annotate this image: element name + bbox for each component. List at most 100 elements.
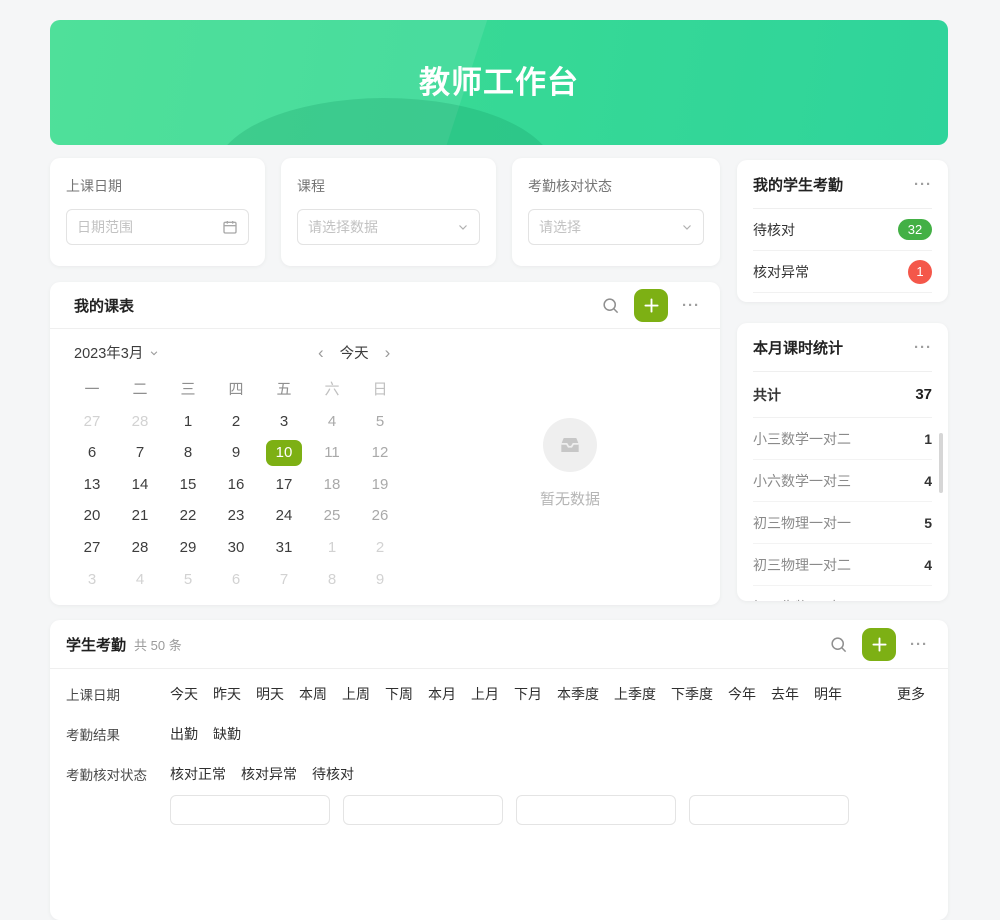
day-number: 2 [218, 409, 254, 435]
add-button[interactable] [862, 628, 896, 661]
filter-option[interactable]: 明年 [814, 684, 842, 704]
calendar-day[interactable]: 15 [164, 469, 212, 501]
day-number: 18 [314, 472, 350, 498]
filter-option[interactable]: 今天 [170, 684, 198, 704]
filter-options: 核对正常核对异常待核对 [170, 764, 354, 784]
calendar-day[interactable]: 6 [212, 564, 260, 596]
calendar-day[interactable]: 3 [68, 564, 116, 596]
calendar-day-selected[interactable]: 10 [260, 437, 308, 469]
calendar-day[interactable]: 28 [116, 406, 164, 438]
count-badge-green: 32 [898, 219, 932, 240]
calendar-day[interactable]: 24 [260, 500, 308, 532]
calendar-day[interactable]: 20 [68, 500, 116, 532]
today-button[interactable]: 今天 [340, 342, 369, 363]
calendar-day[interactable]: 12 [356, 437, 404, 469]
filter-label: 考勤核对状态 [528, 176, 704, 196]
day-number: 29 [170, 535, 206, 561]
input-placeholder: 日期范围 [77, 217, 133, 237]
card-title: 本月课时统计 [753, 337, 843, 358]
calendar-day[interactable]: 25 [308, 500, 356, 532]
add-button[interactable] [634, 289, 668, 322]
calendar-day[interactable]: 30 [212, 532, 260, 564]
calendar-day[interactable]: 21 [116, 500, 164, 532]
date-range-input[interactable]: 日期范围 [66, 209, 249, 245]
filter-options: 出勤缺勤 [170, 724, 241, 744]
calendar-day[interactable]: 14 [116, 469, 164, 501]
calendar-day[interactable]: 9 [212, 437, 260, 469]
calendar-weekday-label: 二 [116, 374, 164, 406]
calendar-day[interactable]: 18 [308, 469, 356, 501]
calendar-day[interactable]: 29 [164, 532, 212, 564]
calendar-day[interactable]: 22 [164, 500, 212, 532]
calendar-day[interactable]: 4 [308, 406, 356, 438]
search-icon[interactable] [829, 635, 848, 654]
filter-option[interactable]: 本季度 [557, 684, 599, 704]
filter-option[interactable]: 上季度 [614, 684, 656, 704]
filter-option[interactable]: 去年 [771, 684, 799, 704]
filter-option[interactable]: 核对异常 [241, 764, 297, 784]
filter-option[interactable]: 下周 [385, 684, 413, 704]
pending-check-row[interactable]: 待核对 32 [753, 209, 932, 251]
calendar-day[interactable]: 1 [164, 406, 212, 438]
calendar-day[interactable]: 27 [68, 406, 116, 438]
filter-option[interactable]: 昨天 [213, 684, 241, 704]
check-status-select[interactable]: 请选择 [528, 209, 704, 245]
filter-option[interactable]: 出勤 [170, 724, 198, 744]
day-number: 6 [218, 567, 254, 593]
filter-option[interactable]: 核对正常 [170, 764, 226, 784]
calendar-day[interactable]: 23 [212, 500, 260, 532]
calendar-day[interactable]: 4 [116, 564, 164, 596]
filter-option[interactable]: 本周 [299, 684, 327, 704]
calendar-day[interactable]: 9 [356, 564, 404, 596]
search-icon[interactable] [601, 296, 620, 315]
calendar-day[interactable]: 7 [260, 564, 308, 596]
filter-option[interactable]: 缺勤 [213, 724, 241, 744]
filter-option[interactable]: 上周 [342, 684, 370, 704]
abnormal-check-row[interactable]: 核对异常 1 [753, 251, 932, 293]
filter-option[interactable]: 明天 [256, 684, 284, 704]
filter-row: 考勤核对状态核对正常核对异常待核对 [50, 754, 948, 794]
scrollbar-thumb[interactable] [939, 433, 943, 493]
day-number: 2 [362, 535, 398, 561]
filter-option[interactable]: 待核对 [312, 764, 354, 784]
calendar-day[interactable]: 5 [356, 406, 404, 438]
day-number: 30 [218, 535, 254, 561]
next-month-icon[interactable]: › [385, 343, 391, 363]
prev-month-icon[interactable]: ‹ [318, 343, 324, 363]
calendar-day[interactable]: 5 [164, 564, 212, 596]
calendar-day[interactable]: 13 [68, 469, 116, 501]
filter-row: 考勤结果出勤缺勤 [50, 714, 948, 754]
filter-option[interactable]: 上月 [471, 684, 499, 704]
calendar-day[interactable]: 31 [260, 532, 308, 564]
more-menu-icon[interactable]: ··· [914, 177, 932, 192]
calendar-day[interactable]: 11 [308, 437, 356, 469]
calendar-day[interactable]: 6 [68, 437, 116, 469]
calendar-day[interactable]: 17 [260, 469, 308, 501]
more-menu-icon[interactable]: ··· [914, 340, 932, 355]
filter-option[interactable]: 今年 [728, 684, 756, 704]
calendar-day[interactable]: 26 [356, 500, 404, 532]
filter-option[interactable]: 下月 [514, 684, 542, 704]
calendar-day[interactable]: 7 [116, 437, 164, 469]
filter-option[interactable]: 下季度 [671, 684, 713, 704]
calendar-day[interactable]: 3 [260, 406, 308, 438]
empty-icon-circle [543, 418, 597, 472]
calendar-day[interactable]: 27 [68, 532, 116, 564]
more-menu-icon[interactable]: ··· [682, 298, 700, 313]
calendar-day[interactable]: 16 [212, 469, 260, 501]
calendar-day[interactable]: 2 [212, 406, 260, 438]
calendar-day[interactable]: 2 [356, 532, 404, 564]
more-menu-icon[interactable]: ··· [910, 637, 928, 652]
calendar-day[interactable]: 19 [356, 469, 404, 501]
select-placeholder: 请选择数据 [308, 217, 378, 237]
more-button[interactable]: 更多 [897, 684, 925, 704]
month-selector[interactable]: 2023年3月 [74, 342, 159, 363]
card-title: 我的课表 [74, 295, 134, 316]
calendar-day[interactable]: 8 [308, 564, 356, 596]
calendar-day[interactable]: 1 [308, 532, 356, 564]
course-select[interactable]: 请选择数据 [297, 209, 480, 245]
calendar-day[interactable]: 28 [116, 532, 164, 564]
calendar-day[interactable]: 8 [164, 437, 212, 469]
filter-option[interactable]: 本月 [428, 684, 456, 704]
day-number: 28 [122, 409, 158, 435]
